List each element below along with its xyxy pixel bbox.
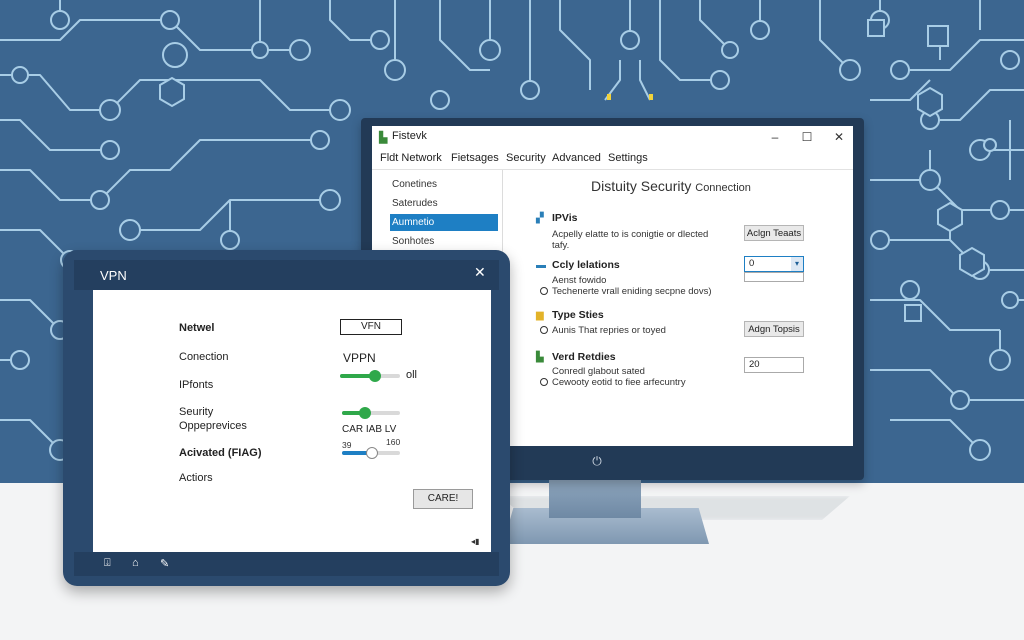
network-app-icon: ▙ <box>379 132 388 144</box>
menu-network[interactable]: Fldt Network <box>380 152 442 164</box>
sidebar-item-conetines[interactable]: Conetines <box>390 176 498 193</box>
save-icon[interactable]: ⍗ <box>104 557 111 570</box>
scene: ⏻ ▙ Fistevk – ☐ ✕ Fldt Network Fietsages… <box>0 0 1024 640</box>
window-content: Distuity Security Connection ▞ IPVis Acp… <box>503 170 853 446</box>
iponts-label: IPfonts <box>179 379 214 391</box>
maximize-icon[interactable]: ☐ <box>796 128 818 146</box>
menu-settings[interactable]: Settings <box>608 152 648 164</box>
section-ipvis-line-2: tafy. <box>552 240 570 251</box>
ccly-select[interactable]: 0 ▾ <box>744 256 804 272</box>
menu-bar: Fldt Network Fietsages Security Advanced… <box>372 149 853 170</box>
close-icon[interactable]: ✕ <box>828 128 850 146</box>
sidebar-item-sonhotes[interactable]: Sonhotes <box>390 233 498 250</box>
ccly-select-dropdown <box>744 272 804 282</box>
ccly-select-value: 0 <box>749 258 755 269</box>
advanced-label: Acivated (FIAG) <box>179 447 262 459</box>
section-type-line-1-text: Aunis That repries or toyed <box>552 325 666 336</box>
content-title: Distuity Security Connection <box>591 178 751 194</box>
radio-verd[interactable] <box>540 378 548 387</box>
tablet-screen: Netwel Conection IPfonts Seurity Oppepre… <box>93 290 491 552</box>
content-title-small: Connection <box>695 182 751 194</box>
close-icon[interactable]: ✕ <box>474 264 486 281</box>
section-type-line-1: Aunis That repries or toyed <box>540 325 666 336</box>
shield-icon: ▙ <box>536 352 544 363</box>
menu-fietsages[interactable]: Fietsages <box>451 152 499 164</box>
actions-label: Actiors <box>179 472 213 484</box>
chevron-down-icon[interactable]: ▾ <box>791 257 803 271</box>
home-icon[interactable]: ⌂ <box>132 557 139 569</box>
security-slider-thumb[interactable] <box>359 407 372 419</box>
tablet-title: VPN <box>100 268 127 283</box>
monitor-stand-neck <box>549 480 641 518</box>
slider-caption: CAR IAB LV <box>342 424 397 435</box>
power-icon[interactable]: ⏻ <box>590 454 604 468</box>
slider-min: 39 <box>342 440 352 450</box>
section-ccly-line-1: Aenst fowido <box>552 275 607 286</box>
vpn-slider[interactable] <box>340 370 400 382</box>
security-label: Seurity <box>179 406 214 418</box>
tablet-titlebar <box>74 260 499 290</box>
vpn-slider-thumb[interactable] <box>368 370 381 382</box>
battery-icon: ◂▮ <box>471 537 480 546</box>
radio-ccly[interactable] <box>540 287 548 296</box>
minimize-icon[interactable]: – <box>764 128 786 146</box>
network-label: Netwel <box>179 322 215 334</box>
folder-icon: ▬ <box>536 260 546 271</box>
security-slider[interactable] <box>342 407 400 419</box>
align-teaats-button[interactable]: Aclgn Teaats <box>744 225 804 241</box>
menu-advanced[interactable]: Advanced <box>552 152 601 164</box>
security-label-2: Oppeprevices <box>179 420 247 432</box>
section-ccly-line-2-text: Techenerte vrall eniding secpne dovs) <box>552 286 712 297</box>
window-title: Fistevk <box>392 130 427 142</box>
section-ipvis-heading: IPVis <box>552 212 578 224</box>
window-titlebar: ▙ Fistevk – ☐ ✕ <box>372 126 853 148</box>
menu-security[interactable]: Security <box>506 152 546 164</box>
vpn-label: VPPN <box>343 351 376 365</box>
content-title-main: Distuity Security <box>591 178 692 194</box>
section-ipvis-line-1: Acpelly elatte to is conigtie or dlected <box>552 229 709 240</box>
slider-max: 160 <box>386 437 401 447</box>
verd-field[interactable]: 20 <box>744 357 804 373</box>
section-verd-line-1: Conredl glabout sated <box>552 366 645 377</box>
advanced-slider-thumb[interactable] <box>366 447 379 459</box>
section-verd-line-2-text: Cewooty eotid to fiee arfecuntry <box>552 377 686 388</box>
edit-icon[interactable]: ✎ <box>160 557 169 570</box>
toggle-value: oll <box>406 369 418 381</box>
cancel-button[interactable]: CARE! <box>413 489 473 509</box>
connection-label: Conection <box>179 351 229 363</box>
sidebar-item-aumnetio[interactable]: Aumnetio <box>390 214 498 231</box>
section-ccly-heading: Ccly lelations <box>552 259 620 271</box>
sidebar-item-saterudes[interactable]: Saterudes <box>390 195 498 212</box>
network-icon: ▞ <box>536 213 544 224</box>
adgn-topsis-button[interactable]: Adgn Topsis <box>744 321 804 337</box>
section-ccly-line-2: Techenerte vrall eniding secpne dovs) <box>540 286 711 297</box>
vpn-box[interactable]: VFN <box>340 319 402 335</box>
advanced-slider[interactable] <box>342 447 400 459</box>
folder-yellow-icon: ▆ <box>536 310 544 321</box>
radio-type[interactable] <box>540 326 548 335</box>
section-type-heading: Type Sties <box>552 309 604 321</box>
section-verd-heading: Verd Retdies <box>552 351 616 363</box>
section-verd-line-2: Cewooty eotid to fiee arfecuntry <box>540 377 686 388</box>
